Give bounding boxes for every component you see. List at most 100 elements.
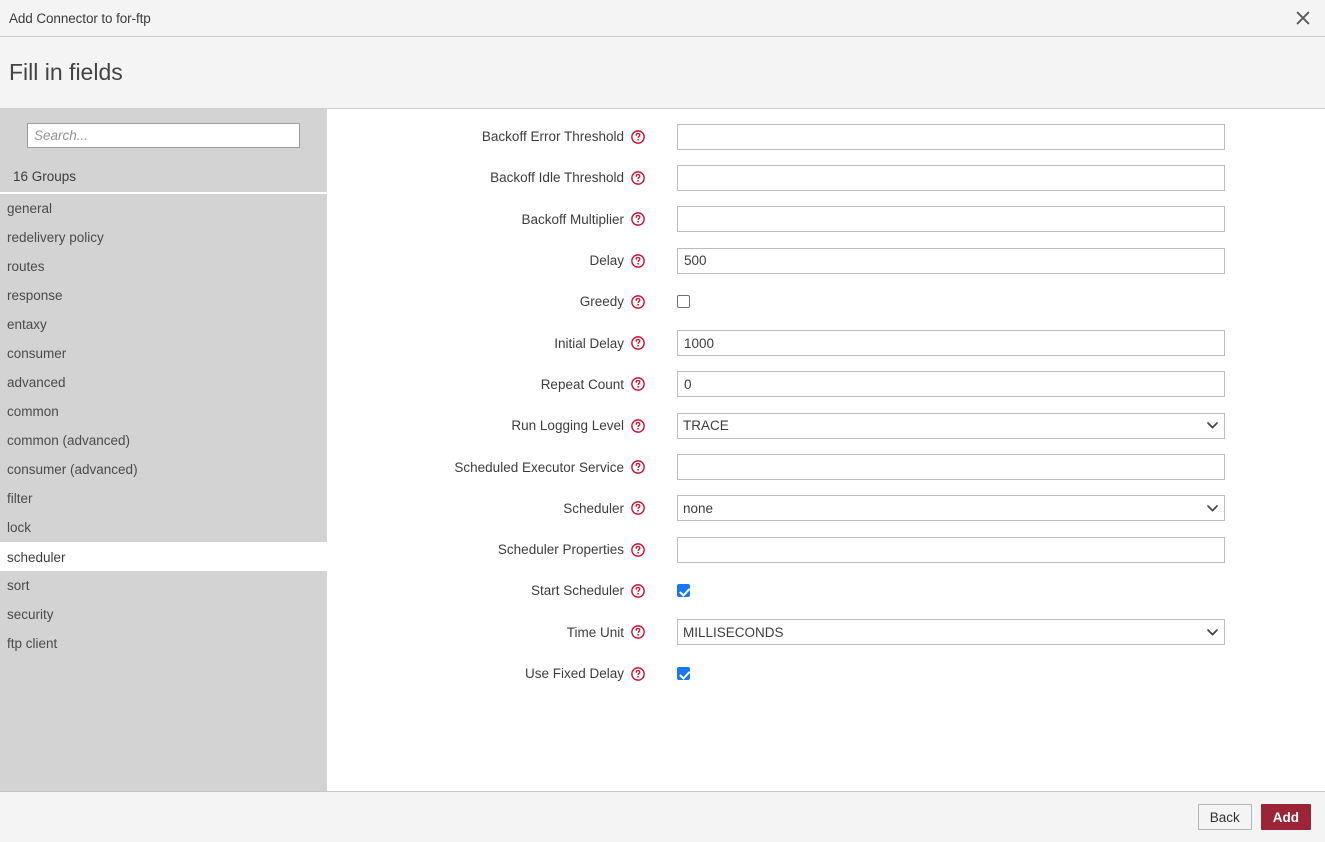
field-label-delay: Delay (327, 253, 645, 268)
start-scheduler-checkbox[interactable] (677, 584, 690, 597)
search-input[interactable] (27, 123, 300, 148)
group-item-label: security (7, 607, 54, 622)
close-icon (1296, 11, 1310, 25)
initial-delay-input[interactable] (677, 330, 1225, 356)
sidebar-item-lock[interactable]: lock (0, 513, 327, 542)
step-header: Fill in fields (0, 37, 1325, 109)
field-label-text: Initial Delay (554, 336, 624, 351)
field-label-text: Backoff Multiplier (521, 212, 624, 227)
group-item-label: ftp client (7, 636, 57, 651)
repeat-count-input[interactable] (677, 371, 1225, 397)
form-row-start-scheduler: Start Scheduler (327, 570, 1325, 611)
field-control-backoff-idle-threshold (677, 165, 1225, 191)
groups-count-label: 16 Groups (0, 148, 327, 192)
fields-form: Backoff Error Threshold Backoff Idle Thre… (327, 109, 1325, 791)
sidebar-item-response[interactable]: response (0, 281, 327, 310)
field-label-scheduler: Scheduler (327, 501, 645, 516)
field-label-text: Scheduled Executor Service (454, 460, 624, 475)
field-label-backoff-idle-threshold: Backoff Idle Threshold (327, 170, 645, 185)
scheduler-select-wrap: none (677, 495, 1225, 521)
group-item-label: redelivery policy (7, 230, 104, 245)
sidebar-item-general[interactable]: general (0, 194, 327, 223)
field-label-text: Time Unit (567, 625, 624, 640)
field-label-initial-delay: Initial Delay (327, 336, 645, 351)
form-row-backoff-error-threshold: Backoff Error Threshold (327, 116, 1325, 157)
group-item-label: response (7, 288, 63, 303)
sidebar-item-routes[interactable]: routes (0, 252, 327, 281)
field-label-start-scheduler: Start Scheduler (327, 583, 645, 598)
sidebar-item-consumer-advanced[interactable]: consumer (advanced) (0, 455, 327, 484)
field-label-scheduled-executor-service: Scheduled Executor Service (327, 460, 645, 475)
sidebar-item-security[interactable]: security (0, 600, 327, 629)
form-row-initial-delay: Initial Delay (327, 322, 1325, 363)
help-circle-icon[interactable] (631, 501, 645, 515)
scheduled-executor-service-input[interactable] (677, 454, 1225, 480)
help-circle-icon[interactable] (631, 336, 645, 350)
field-label-text: Use Fixed Delay (525, 666, 624, 681)
field-control-initial-delay (677, 330, 1225, 356)
help-circle-icon[interactable] (631, 212, 645, 226)
help-circle-icon[interactable] (631, 625, 645, 639)
help-circle-icon[interactable] (631, 419, 645, 433)
field-control-start-scheduler (677, 584, 690, 597)
sidebar-item-advanced[interactable]: advanced (0, 368, 327, 397)
field-label-text: Start Scheduler (531, 583, 624, 598)
field-label-text: Backoff Error Threshold (482, 129, 624, 144)
group-item-label: lock (7, 520, 31, 535)
group-item-label: consumer (7, 346, 66, 361)
help-circle-icon[interactable] (631, 667, 645, 681)
field-label-scheduler-properties: Scheduler Properties (327, 542, 645, 557)
sidebar-item-redelivery-policy[interactable]: redelivery policy (0, 223, 327, 252)
sidebar-item-sort[interactable]: sort (0, 571, 327, 600)
help-circle-icon[interactable] (631, 584, 645, 598)
close-button[interactable] (1281, 0, 1325, 36)
field-control-greedy (677, 295, 690, 308)
sidebar-item-entaxy[interactable]: entaxy (0, 310, 327, 339)
sidebar-item-common[interactable]: common (0, 397, 327, 426)
help-circle-icon[interactable] (631, 460, 645, 474)
time-unit-select[interactable]: MILLISECONDS (677, 619, 1225, 645)
delay-input[interactable] (677, 248, 1225, 274)
scheduler-select[interactable]: none (677, 495, 1225, 521)
field-label-text: Scheduler (563, 501, 624, 516)
scheduler-properties-input[interactable] (677, 537, 1225, 563)
sidebar-item-scheduler[interactable]: scheduler (0, 542, 327, 571)
sidebar-item-common-advanced[interactable]: common (advanced) (0, 426, 327, 455)
backoff-error-threshold-input[interactable] (677, 124, 1225, 150)
greedy-checkbox[interactable] (677, 295, 690, 308)
help-circle-icon[interactable] (631, 130, 645, 144)
help-circle-icon[interactable] (631, 377, 645, 391)
add-button[interactable]: Add (1261, 804, 1311, 830)
group-item-label: consumer (advanced) (7, 462, 138, 477)
backoff-idle-threshold-input[interactable] (677, 165, 1225, 191)
form-row-backoff-multiplier: Backoff Multiplier (327, 199, 1325, 240)
group-item-label: filter (7, 491, 33, 506)
form-row-scheduler-properties: Scheduler Properties (327, 529, 1325, 570)
sidebar-item-consumer[interactable]: consumer (0, 339, 327, 368)
help-circle-icon[interactable] (631, 543, 645, 557)
form-row-run-logging-level: Run Logging LevelTRACE (327, 405, 1325, 446)
form-row-delay: Delay (327, 240, 1325, 281)
backoff-multiplier-input[interactable] (677, 206, 1225, 232)
use-fixed-delay-checkbox[interactable] (677, 667, 690, 680)
sidebar-item-ftp-client[interactable]: ftp client (0, 629, 327, 658)
page-title: Fill in fields (0, 59, 123, 86)
run-logging-level-select[interactable]: TRACE (677, 413, 1225, 439)
sidebar-item-filter[interactable]: filter (0, 484, 327, 513)
field-control-backoff-error-threshold (677, 124, 1225, 150)
back-button[interactable]: Back (1198, 804, 1252, 830)
form-row-backoff-idle-threshold: Backoff Idle Threshold (327, 157, 1325, 198)
group-item-label: general (7, 201, 52, 216)
help-circle-icon[interactable] (631, 171, 645, 185)
form-row-use-fixed-delay: Use Fixed Delay (327, 653, 1325, 694)
field-label-backoff-error-threshold: Backoff Error Threshold (327, 129, 645, 144)
field-control-scheduler: none (677, 495, 1225, 521)
group-item-label: advanced (7, 375, 66, 390)
help-circle-icon[interactable] (631, 254, 645, 268)
group-item-label: common (7, 404, 59, 419)
field-label-text: Delay (589, 253, 624, 268)
form-row-scheduled-executor-service: Scheduled Executor Service (327, 446, 1325, 487)
group-item-label: scheduler (7, 550, 66, 565)
help-circle-icon[interactable] (631, 295, 645, 309)
field-label-text: Greedy (580, 294, 624, 309)
